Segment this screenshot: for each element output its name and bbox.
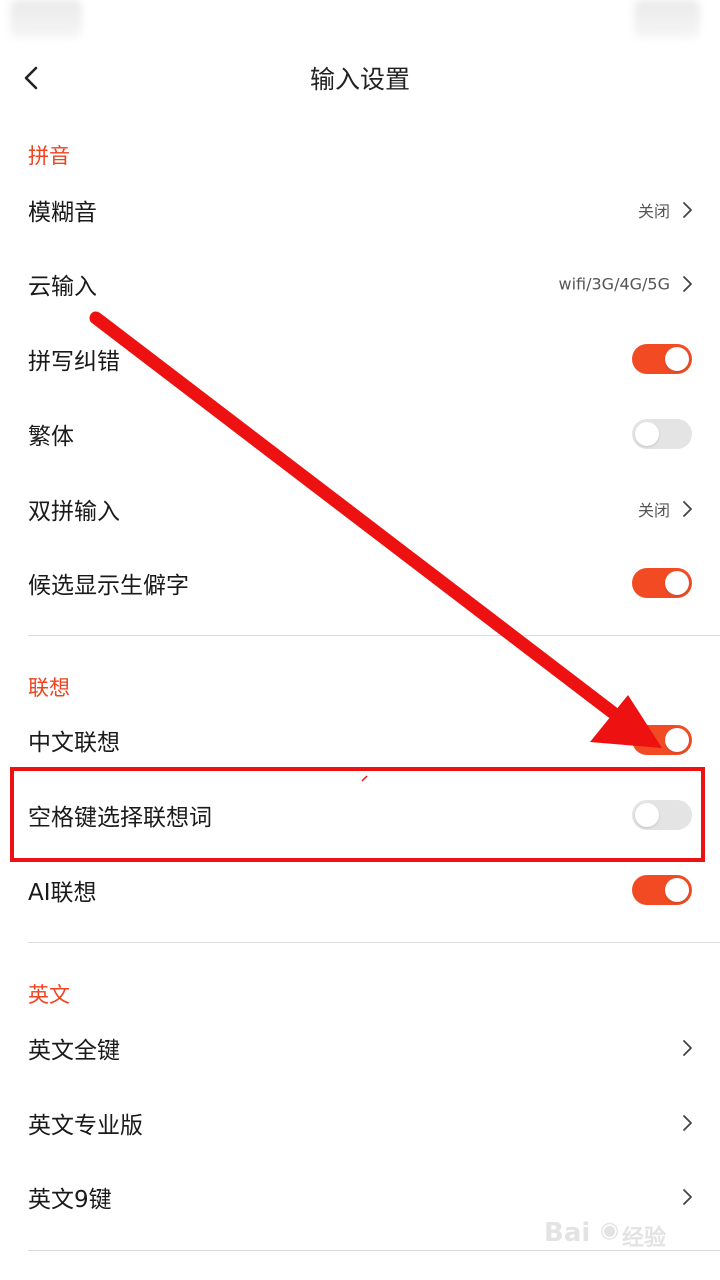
rare-characters-toggle[interactable] (632, 568, 692, 598)
section-title-pinyin: 拼音 (28, 144, 70, 168)
chevron-right-icon (683, 1189, 692, 1205)
chevron-right-icon (683, 1115, 692, 1131)
row-double-pinyin[interactable]: 双拼输入 关闭 (0, 473, 720, 545)
row-value: 关闭 (637, 501, 670, 520)
toggle-knob (665, 347, 689, 371)
row-label: 英文9键 (28, 1187, 112, 1213)
row-label: 英文专业版 (28, 1113, 143, 1139)
row-label: 双拼输入 (28, 499, 120, 525)
watermark-logo: Bai ◉ 经验 (544, 1218, 667, 1251)
row-english-full-keyboard[interactable]: 英文全键 (0, 1012, 720, 1084)
row-value: 关闭 (637, 202, 670, 221)
chevron-right-icon (683, 1040, 692, 1056)
row-spell-correction: 拼写纠错 (0, 323, 720, 395)
section-divider (28, 942, 720, 943)
row-label: 中文联想 (28, 730, 120, 756)
row-label: 英文全键 (28, 1038, 120, 1064)
section-title-english: 英文 (28, 983, 70, 1007)
row-value: wifi/3G/4G/5G (558, 274, 670, 294)
row-label: 候选显示生僻字 (28, 573, 189, 599)
chevron-right-icon (683, 202, 692, 218)
section-divider (28, 635, 720, 636)
toggle-knob (665, 571, 689, 595)
status-bar-right (634, 0, 700, 38)
toggle-knob (665, 878, 689, 902)
toggle-knob (635, 422, 659, 446)
section-title-association: 联想 (28, 676, 70, 700)
row-label: 云输入 (28, 274, 97, 300)
row-label: AI联想 (28, 880, 97, 906)
chinese-association-toggle[interactable] (632, 725, 692, 755)
row-cloud-input[interactable]: 云输入 wifi/3G/4G/5G (0, 248, 720, 320)
annotation-highlight-box (10, 767, 705, 862)
status-bar-left (10, 0, 82, 38)
row-fuzzy-sound[interactable]: 模糊音 关闭 (0, 174, 720, 246)
row-label: 拼写纠错 (28, 349, 120, 375)
row-label: 模糊音 (28, 200, 97, 226)
row-ai-association: AI联想 (0, 854, 720, 926)
chevron-right-icon (683, 276, 692, 292)
page-title: 输入设置 (309, 65, 410, 94)
row-rare-characters: 候选显示生僻字 (0, 547, 720, 619)
traditional-toggle[interactable] (632, 419, 692, 449)
toggle-knob (665, 728, 689, 752)
row-english-pro[interactable]: 英文专业版 (0, 1087, 720, 1159)
ai-association-toggle[interactable] (632, 875, 692, 905)
row-label: 繁体 (28, 424, 74, 450)
row-chinese-association: 中文联想 (0, 704, 720, 776)
header: 输入设置 (0, 40, 720, 116)
chevron-right-icon (683, 501, 692, 517)
row-traditional: 繁体 (0, 398, 720, 470)
spell-correction-toggle[interactable] (632, 344, 692, 374)
